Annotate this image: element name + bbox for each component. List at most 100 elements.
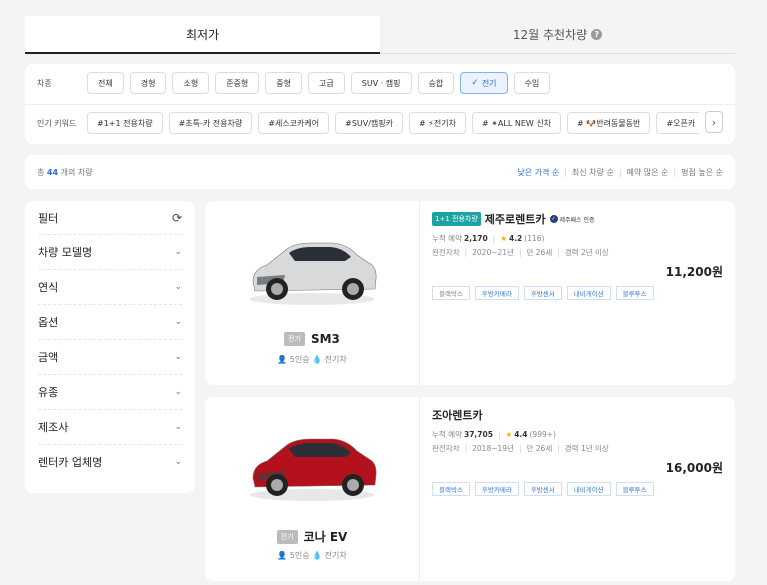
sidebar-item-label: 유종 <box>38 386 59 399</box>
chip-label: 준중형 <box>226 78 249 88</box>
sidebar-filter-item[interactable]: 금액 ⌄ <box>38 339 182 374</box>
chevron-down-icon: ⌄ <box>174 387 182 397</box>
person-icon: 👤 <box>277 551 290 560</box>
cartype-chip[interactable]: 중형 <box>265 72 303 94</box>
keyword-chips: #1+1 전용차량 #초특-카 전용차량 #세스코카케어 #SUV/캠핑카 # ⚡전기차… <box>87 112 699 134</box>
sidebar-filter-item[interactable]: 제조사 ⌄ <box>38 409 182 444</box>
company-name[interactable]: 제주로렌트카 <box>485 211 546 227</box>
chip-label: 고급 <box>319 78 334 88</box>
result-count: 총 44 개의 차량 <box>37 167 93 178</box>
cartype-chip[interactable]: 경형 <box>129 72 167 94</box>
tab-lowest-price[interactable]: 최저가 <box>25 16 380 54</box>
keyword-chip[interactable]: # ⚡전기차 <box>409 112 466 134</box>
separator: | <box>497 430 501 439</box>
separator: | <box>464 444 468 453</box>
sidebar-item-label: 렌터카 업체명 <box>38 456 103 469</box>
keyword-chip[interactable]: #1+1 전용차량 <box>87 112 163 134</box>
fuel: 전기차 <box>324 551 347 560</box>
option-tags: 블랙박스 후방카메라 후방센서 내비게이션 블루투스 <box>432 286 654 300</box>
keyword-chip[interactable]: #오픈카 <box>656 112 699 134</box>
star-icon: ★ <box>505 430 513 439</box>
car-image <box>250 242 377 305</box>
cartype-chip[interactable]: ✓ 전기 <box>460 72 508 94</box>
help-icon[interactable]: ? <box>591 29 603 40</box>
cartype-chip[interactable]: 승합 <box>417 72 455 94</box>
filter-panel: 차종 전체 경형 소형 준중형 중형 고급 SUV · 캠핑 승합 ✓ 전기 수입 인기 키워드 #… <box>25 64 735 144</box>
option-tag: 후방카메라 <box>474 286 519 300</box>
divider <box>25 104 735 105</box>
ev-tag: 전기 <box>276 529 298 544</box>
reservations-count: 2,170 <box>463 234 488 243</box>
sidebar-item-label: 연식 <box>38 281 59 294</box>
cartype-chip[interactable]: 고급 <box>308 72 345 94</box>
sort-option[interactable]: 평점 높은 순 <box>681 167 723 178</box>
keyword-chip[interactable]: #초특-카 전용차량 <box>168 112 253 134</box>
keyword-label: 인기 키워드 <box>37 118 77 128</box>
separator: | <box>564 167 567 177</box>
condition-age-limit: 만 26세 <box>526 444 553 453</box>
star-icon: ★ <box>500 234 507 243</box>
keyword-chip[interactable]: #SUV/캠핑카 <box>335 112 403 134</box>
car-specs: 👤 5인승 💧 전기차 <box>205 354 419 365</box>
seats: 5인승 <box>289 551 310 560</box>
tab-label: 12월 추천차량 <box>512 28 588 42</box>
cartype-chip[interactable]: 준중형 <box>215 72 260 94</box>
option-tag: 내비게이션 <box>566 286 611 300</box>
car-details: 1+1 전용차량 제주로렌트카 ✓ 제주패스 인증 누적 예약 2,170 | ★ 4.2 (11… <box>420 201 735 385</box>
cartype-chip[interactable]: 전체 <box>87 72 124 94</box>
promo-badge: 1+1 전용차량 <box>432 212 481 226</box>
insurance: 완전자차 <box>432 248 460 257</box>
cartype-chip[interactable]: 수입 <box>513 72 551 94</box>
fuel-icon: 💧 <box>309 551 325 560</box>
stats-line: 누적 예약 37,705 | ★ 4.4 (999+) <box>432 429 723 440</box>
chip-label: 전기 <box>481 78 497 88</box>
sidebar-filter-item[interactable]: 유종 ⌄ <box>38 374 182 409</box>
car-specs: 👤 5인승 💧 전기차 <box>205 550 419 561</box>
chevron-down-icon: ⌄ <box>174 457 182 467</box>
car-model: 전기 코나 EV <box>205 528 419 545</box>
car-details: 조아렌트카 누적 예약 37,705 | ★ 4.4 (999+) 완전자차 | 2018~19년… <box>420 397 735 581</box>
chevron-down-icon: ⌄ <box>174 422 182 432</box>
cartype-row: 차종 전체 경형 소형 준중형 중형 고급 SUV · 캠핑 승합 ✓ 전기 수입 <box>25 71 735 95</box>
cartype-chip[interactable]: SUV · 캠핑 <box>350 72 412 94</box>
chevron-right-icon[interactable]: › <box>705 111 723 133</box>
sidebar-header: 필터 ⟳ <box>38 201 182 234</box>
chip-label: SUV · 캠핑 <box>361 78 401 88</box>
fuel-icon: 💧 <box>309 355 325 364</box>
tab-label: 최저가 <box>185 27 220 42</box>
cartype-chip[interactable]: 소형 <box>172 72 210 94</box>
sort-option[interactable]: 예약 많은 순 <box>627 167 669 178</box>
tab-bar: 최저가 12월 추천차량? <box>25 16 735 54</box>
ev-tag: 전기 <box>284 332 305 346</box>
refresh-icon[interactable]: ⟳ <box>172 211 182 225</box>
separator: | <box>673 167 677 177</box>
sort-options: 낮은 가격 순 | 최신 차량 순 | 예약 많은 순 | 평점 높은 순 <box>517 167 723 178</box>
separator: | <box>492 234 496 243</box>
chip-label: 중형 <box>276 78 292 88</box>
cartype-label: 차종 <box>37 78 52 88</box>
sidebar-filter-item[interactable]: 차량 모델명 ⌄ <box>38 234 182 269</box>
check-icon: ✓ <box>471 78 479 88</box>
keyword-chip[interactable]: #세스코카케어 <box>258 112 330 134</box>
sidebar-filter-item[interactable]: 옵션 ⌄ <box>38 304 182 339</box>
chip-label: 전체 <box>98 78 113 88</box>
keyword-chip[interactable]: # 🐶반려동물동반 <box>567 112 651 134</box>
chip-label: 경형 <box>140 78 156 88</box>
chevron-down-icon: ⌄ <box>174 282 182 292</box>
company-name[interactable]: 조아렌트카 <box>432 407 483 423</box>
separator: | <box>518 248 522 257</box>
cartype-chips: 전체 경형 소형 준중형 중형 고급 SUV · 캠핑 승합 ✓ 전기 수입 <box>87 72 551 94</box>
sort-option[interactable]: 최신 차량 순 <box>572 167 614 178</box>
chip-label: 수입 <box>524 78 540 88</box>
chevron-down-icon: ⌄ <box>174 317 182 327</box>
tab-december-recommend[interactable]: 12월 추천차량? <box>380 16 735 54</box>
separator: | <box>557 248 560 257</box>
title-line: 1+1 전용차량 제주로렌트카 ✓ 제주패스 인증 <box>432 211 723 227</box>
sidebar-filter-item[interactable]: 렌터카 업체명 ⌄ <box>38 444 182 479</box>
keyword-chip[interactable]: # ✴ALL NEW 신차 <box>471 112 562 134</box>
jeju-badge-label: 제주패스 인증 <box>559 216 595 224</box>
sidebar-filter-item[interactable]: 연식 ⌄ <box>38 269 182 304</box>
car-card[interactable]: 전기 SM3 👤 5인승 💧 전기차 1+1 전용차량 제주로렌트카 ✓ 제주패스 인증 누적… <box>205 201 735 385</box>
sort-option[interactable]: 낮은 가격 순 <box>517 167 559 178</box>
car-card[interactable]: 전기 코나 EV 👤 5인승 💧 전기차 조아렌트카 누적 예약 37,705 | ★ 4.4(… <box>205 397 735 581</box>
